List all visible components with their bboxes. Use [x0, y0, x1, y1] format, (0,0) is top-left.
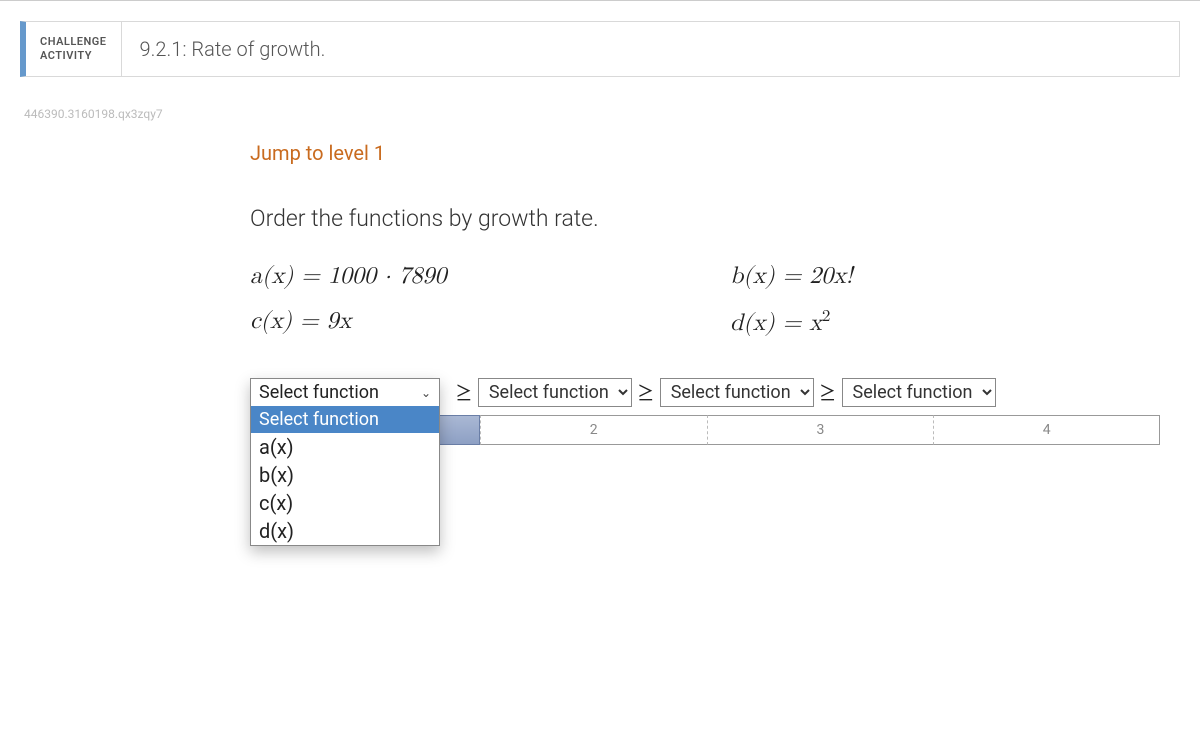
function-a: a(x) = 1000 · 7890: [250, 262, 690, 291]
activity-type-line2: ACTIVITY: [40, 49, 107, 63]
dropdown-head[interactable]: Select function ⌄: [251, 379, 439, 406]
chevron-down-icon: ⌄: [421, 386, 431, 400]
function-b: b(x) = 20x!: [730, 262, 1170, 291]
activity-type-label: CHALLENGE ACTIVITY: [26, 22, 122, 76]
question-prompt: Order the functions by growth rate.: [250, 205, 1170, 232]
dropdown-option-d[interactable]: d(x): [251, 517, 439, 545]
geq-symbol-2: ≥: [638, 379, 654, 407]
jump-to-level-link[interactable]: Jump to level 1: [250, 141, 385, 165]
function-select-4[interactable]: Select function: [842, 378, 996, 407]
geq-symbol-3: ≥: [820, 379, 836, 407]
level-step-2[interactable]: 2: [480, 415, 707, 445]
function-select-3[interactable]: Select function: [660, 378, 814, 407]
geq-symbol-1: ≥: [456, 379, 472, 407]
activity-meta-code: 446390.3160198.qx3zqy7: [24, 107, 1180, 121]
function-d: d(x) = x2: [730, 307, 1170, 338]
function-select-1-dropdown[interactable]: Select function ⌄ Select function a(x) b…: [250, 378, 440, 546]
activity-type-line1: CHALLENGE: [40, 35, 107, 49]
functions-grid: a(x) = 1000 · 7890 b(x) = 20x! c(x) = 9x…: [250, 262, 1170, 338]
activity-title: 9.2.1: Rate of growth.: [122, 22, 344, 76]
top-divider: [0, 0, 1200, 1]
function-c: c(x) = 9x: [250, 307, 690, 338]
dropdown-selected-placeholder[interactable]: Select function: [251, 406, 439, 433]
function-selectors-row: Select function Select function ⌄ Select…: [250, 378, 1170, 407]
activity-header: CHALLENGE ACTIVITY 9.2.1: Rate of growth…: [20, 21, 1180, 77]
dropdown-option-c[interactable]: c(x): [251, 489, 439, 517]
dropdown-head-label: Select function: [259, 382, 379, 403]
dropdown-option-b[interactable]: b(x): [251, 461, 439, 489]
level-step-3[interactable]: 3: [707, 415, 934, 445]
dropdown-option-a[interactable]: a(x): [251, 433, 439, 461]
level-step-4[interactable]: 4: [933, 415, 1160, 445]
function-select-2[interactable]: Select function: [478, 378, 632, 407]
